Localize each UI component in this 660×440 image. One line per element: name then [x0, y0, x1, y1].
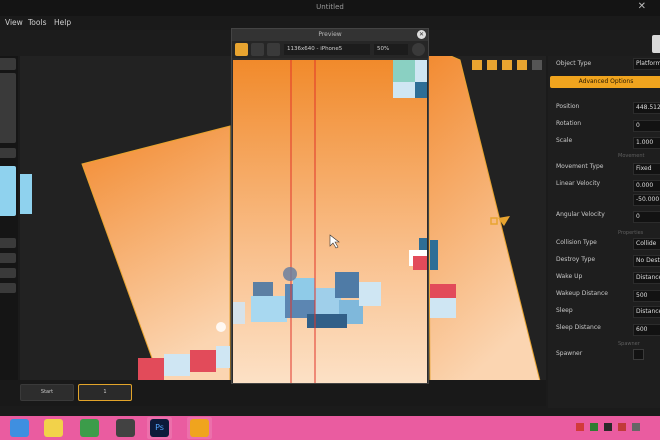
top-right-block: [393, 60, 427, 98]
left-toolbar: [0, 56, 18, 386]
tray-network-icon[interactable]: [590, 423, 598, 431]
edge-block: [20, 174, 32, 214]
linear-velocity-label: Linear Velocity: [556, 180, 601, 187]
section-properties: Properties: [618, 230, 644, 236]
fullscreen-icon[interactable]: [251, 43, 264, 56]
chart-app-icon[interactable]: [80, 419, 99, 437]
layer-tab-1[interactable]: 1: [78, 384, 132, 401]
paint-icon[interactable]: [44, 419, 63, 437]
refresh-icon[interactable]: [412, 43, 425, 56]
destroy-type-select[interactable]: No Destr: [633, 255, 660, 267]
viewport-toolbar: [472, 60, 542, 70]
sleep-distance-label: Sleep Distance: [556, 324, 601, 331]
device-select[interactable]: 1136x640 - iPhone5: [284, 44, 370, 55]
camera-icon[interactable]: [267, 43, 280, 56]
scale-icon[interactable]: [502, 60, 512, 70]
tray-app-icon[interactable]: [618, 423, 626, 431]
collision-type-label: Collision Type: [556, 239, 597, 246]
preview-scene[interactable]: [233, 60, 427, 383]
preview-canvas[interactable]: [233, 60, 427, 383]
properties-panel: Object Type Platform Advanced Options Po…: [548, 56, 660, 408]
wake-up-label: Wake Up: [556, 273, 583, 280]
object-type-select[interactable]: Platform: [633, 58, 660, 70]
level-platform-left[interactable]: [81, 125, 231, 386]
close-icon[interactable]: ✕: [638, 1, 646, 12]
tray-misc-icon[interactable]: [632, 423, 640, 431]
menu-view[interactable]: View: [5, 18, 23, 27]
scale-field[interactable]: 1.000: [633, 137, 660, 149]
player-ball: [283, 267, 297, 281]
lock-icon[interactable]: [472, 60, 482, 70]
left-tool-button[interactable]: [0, 283, 16, 293]
movement-type-label: Movement Type: [556, 163, 604, 170]
zoom-select[interactable]: 50%: [374, 44, 408, 55]
wake-up-select[interactable]: Distance: [633, 272, 660, 284]
spawner-label: Spawner: [556, 350, 583, 357]
sleep-select[interactable]: Distance: [633, 306, 660, 318]
wakeup-distance-field[interactable]: 500: [633, 290, 660, 302]
left-tool-button[interactable]: [0, 238, 16, 248]
angular-velocity-label: Angular Velocity: [556, 211, 605, 218]
scale-label: Scale: [556, 137, 573, 144]
linear-velocity-y-field[interactable]: -50.000: [633, 194, 660, 206]
photoshop-icon[interactable]: Ps: [150, 419, 169, 437]
game-editor-icon[interactable]: [190, 419, 209, 437]
title-bar: Untitled ✕: [0, 0, 660, 16]
section-spawner: Spawner: [618, 341, 640, 347]
menu-tools[interactable]: Tools: [28, 18, 46, 27]
arrow-right-icon[interactable]: [532, 60, 542, 70]
section-movement: Movement: [618, 153, 645, 159]
preview-header: Preview ✕: [232, 29, 428, 41]
level-platform-right[interactable]: [427, 56, 541, 386]
app-icon[interactable]: [10, 419, 29, 437]
movement-type-select[interactable]: Fixed: [633, 163, 660, 175]
handle-dot[interactable]: [216, 322, 226, 332]
close-icon[interactable]: ✕: [417, 30, 426, 39]
app-logo-icon[interactable]: [652, 35, 660, 53]
preview-toolbar: 1136x640 - iPhone5 50%: [232, 41, 428, 58]
sleep-distance-field[interactable]: 600: [633, 324, 660, 336]
wakeup-distance-label: Wakeup Distance: [556, 290, 608, 297]
left-tool-button[interactable]: [0, 268, 16, 278]
car-icon[interactable]: [116, 419, 135, 437]
resize-icon[interactable]: [517, 60, 527, 70]
rotation-field[interactable]: 0: [633, 120, 660, 132]
tray-flag-icon[interactable]: [576, 423, 584, 431]
window-title: Untitled: [316, 3, 344, 11]
tray-volume-icon[interactable]: [604, 423, 612, 431]
linear-velocity-x-field[interactable]: 0.000: [633, 180, 660, 192]
destroy-type-label: Destroy Type: [556, 256, 596, 263]
position-field[interactable]: 448.512: [633, 102, 660, 114]
menu-help[interactable]: Help: [54, 18, 71, 27]
sleep-label: Sleep: [556, 307, 573, 314]
left-tool-button[interactable]: [0, 148, 16, 158]
start-button[interactable]: Start: [20, 384, 74, 401]
left-tool-button[interactable]: [0, 253, 16, 263]
preview-title: Preview: [318, 31, 342, 38]
left-tile-thumbnail[interactable]: [0, 166, 16, 216]
advanced-options-button[interactable]: Advanced Options: [550, 76, 660, 88]
rotation-label: Rotation: [556, 120, 582, 127]
position-label: Position: [556, 103, 580, 110]
left-tool-button[interactable]: [0, 58, 16, 70]
left-tool-panel[interactable]: [0, 73, 16, 143]
taskbar: Ps: [0, 416, 660, 440]
object-type-label: Object Type: [556, 60, 592, 67]
rotate-icon[interactable]: [487, 60, 497, 70]
angular-velocity-field[interactable]: 0: [633, 211, 660, 223]
spawner-checkbox[interactable]: [633, 349, 644, 360]
preview-window: Preview ✕ 1136x640 - iPhone5 50%: [231, 28, 429, 384]
collision-type-select[interactable]: Collide: [633, 238, 660, 250]
bug-icon[interactable]: [235, 43, 248, 56]
